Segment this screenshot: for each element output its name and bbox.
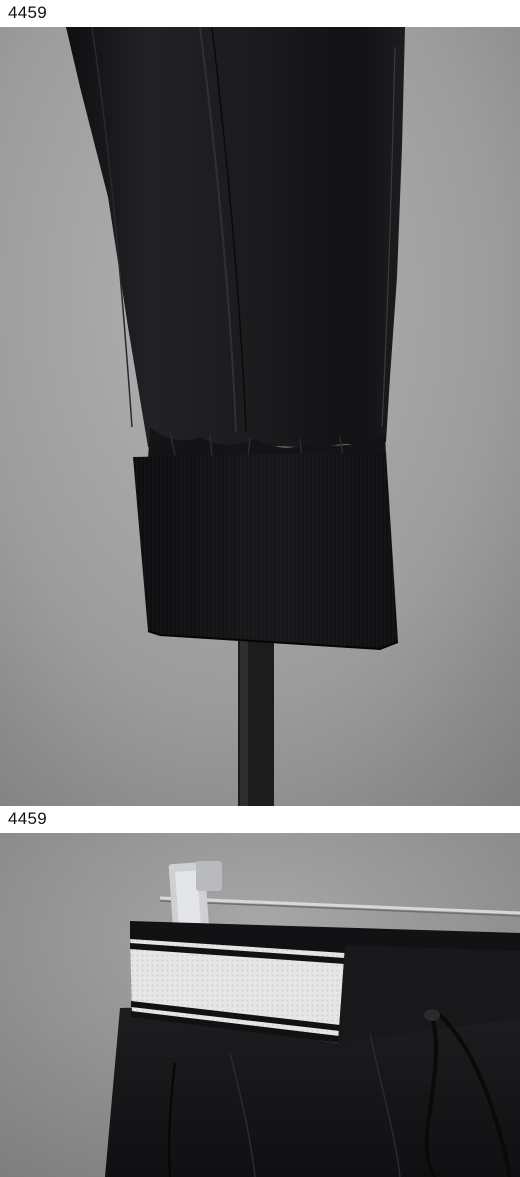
- waistband-photo-graphic: [0, 833, 520, 1177]
- product-code-label: 4459: [0, 0, 520, 27]
- cuff-photo-graphic: [0, 27, 520, 806]
- product-photo-waistband: [0, 833, 520, 1177]
- product-code-label: 4459: [0, 806, 520, 833]
- product-code-text: 4459: [8, 3, 48, 22]
- product-code-text: 4459: [8, 809, 48, 828]
- product-photo-cuff: [0, 27, 520, 806]
